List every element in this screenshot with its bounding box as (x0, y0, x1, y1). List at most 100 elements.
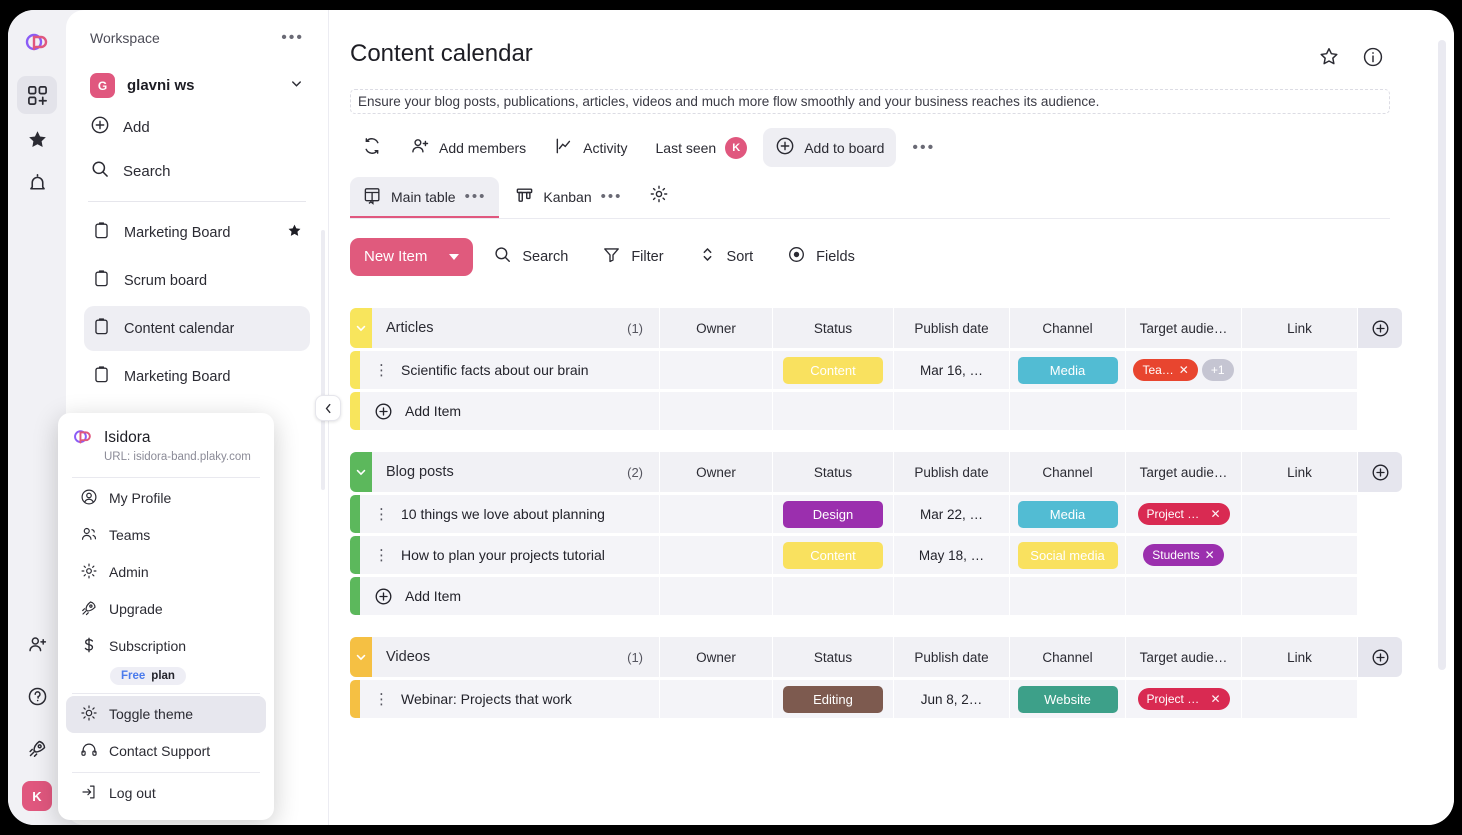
sidebar-board-marketing-board[interactable]: Marketing Board (84, 210, 310, 255)
cell-publish-date[interactable]: May 18, … (894, 536, 1010, 574)
tab-more-icon[interactable]: ••• (601, 189, 623, 204)
table-row[interactable]: ⋮ Scientific facts about our brain Content… (350, 351, 1402, 389)
cell-status[interactable]: Content (773, 536, 894, 574)
workspace-selector[interactable]: G glavni ws (84, 66, 310, 105)
cell-channel[interactable]: Media (1010, 495, 1126, 533)
remove-tag-icon[interactable]: ✕ (1179, 363, 1189, 377)
cell-target-audience[interactable]: Students ✕ (1126, 536, 1242, 574)
group-name-cell[interactable]: Articles (1) (372, 308, 660, 348)
add-to-board-button[interactable]: Add to board (763, 128, 897, 167)
add-item-row[interactable]: Add Item (350, 577, 1402, 615)
group-collapse-chevron-icon[interactable] (350, 308, 372, 348)
add-column-button[interactable] (1358, 637, 1402, 677)
target-audience-tag[interactable]: Project pla…✕ (1137, 503, 1230, 525)
cell-channel[interactable]: Media (1010, 351, 1126, 389)
rail-item-help-circle-icon[interactable] (17, 677, 57, 715)
board-activity-refresh-button[interactable] (350, 128, 394, 167)
rail-user-avatar[interactable]: K (22, 781, 52, 811)
column-header[interactable]: Channel (1010, 637, 1126, 677)
target-audience-tag[interactable]: Students ✕ (1143, 544, 1224, 566)
column-header[interactable]: Channel (1010, 452, 1126, 492)
column-header[interactable]: Status (773, 637, 894, 677)
info-circle-icon[interactable] (1362, 46, 1384, 73)
cell-status[interactable]: Design (773, 495, 894, 533)
more-tags-badge[interactable]: +1 (1201, 359, 1234, 381)
user-menu-item-admin[interactable]: Admin (66, 554, 266, 591)
row-name-cell[interactable]: ⋮ How to plan your projects tutorial (360, 536, 660, 574)
group-color-bar[interactable] (350, 452, 372, 492)
cell-channel[interactable]: Social media (1010, 536, 1126, 574)
user-menu-item-upgrade[interactable]: Upgrade (66, 591, 266, 628)
cell-status[interactable]: Editing (773, 680, 894, 718)
cell-link[interactable] (1242, 536, 1358, 574)
sidebar-board-scrum-board[interactable]: Scrum board (84, 258, 310, 303)
rail-item-notifications-bell-icon[interactable] (17, 164, 57, 202)
row-menu-icon[interactable]: ⋮ (374, 692, 389, 707)
user-menu-item-subscription[interactable]: Subscription (66, 628, 266, 665)
remove-tag-icon[interactable]: ✕ (1210, 507, 1220, 521)
add-column-button[interactable] (1358, 452, 1402, 492)
cell-owner[interactable] (660, 351, 773, 389)
chevron-down-icon[interactable] (289, 76, 304, 96)
board-description[interactable]: Ensure your blog posts, publications, ar… (350, 89, 1390, 114)
main-vertical-scrollbar[interactable] (1438, 40, 1446, 670)
remove-tag-icon[interactable]: ✕ (1210, 692, 1220, 706)
sidebar-collapse-button[interactable] (315, 395, 341, 421)
sidebar-item-add[interactable]: Add (84, 105, 310, 149)
column-header[interactable]: Publish date (894, 637, 1010, 677)
group-collapse-chevron-icon[interactable] (350, 452, 372, 492)
target-audience-tag[interactable]: Tea… ✕ (1133, 359, 1198, 381)
view-settings-gear-icon[interactable] (638, 175, 680, 218)
table-search-button[interactable]: Search (479, 237, 582, 276)
column-header[interactable]: Owner (660, 452, 773, 492)
column-header[interactable]: Target audie… (1126, 452, 1242, 492)
cell-channel[interactable]: Website (1010, 680, 1126, 718)
new-item-button[interactable]: New Item (350, 237, 474, 276)
sidebar-item-search[interactable]: Search (84, 149, 310, 193)
add-column-button[interactable] (1358, 308, 1402, 348)
column-header[interactable]: Link (1242, 637, 1358, 677)
last-seen-indicator[interactable]: Last seen K (644, 129, 760, 167)
user-menu-item-toggle-theme[interactable]: Toggle theme (66, 695, 266, 733)
chevron-down-icon[interactable] (449, 253, 460, 260)
group-name-cell[interactable]: Blog posts (2) (372, 452, 660, 492)
group-collapse-chevron-icon[interactable] (350, 637, 372, 677)
group-color-bar[interactable] (350, 637, 372, 677)
cell-target-audience[interactable]: Tea… ✕ +1 (1126, 351, 1242, 389)
workspace-more-icon[interactable]: ••• (281, 30, 304, 46)
starred-icon[interactable] (287, 223, 302, 242)
add-item-row[interactable]: Add Item (350, 392, 1402, 430)
cell-link[interactable] (1242, 680, 1358, 718)
cell-link[interactable] (1242, 351, 1358, 389)
rail-item-invite-user-icon[interactable] (17, 625, 57, 663)
table-row[interactable]: ⋮ 10 things we love about planning Design M… (350, 495, 1402, 533)
board-more-button[interactable]: ••• (900, 132, 947, 164)
cell-owner[interactable] (660, 495, 773, 533)
favorite-star-icon[interactable] (1318, 46, 1340, 73)
add-item-cell[interactable]: Add Item (360, 392, 660, 430)
group-color-bar[interactable] (350, 308, 372, 348)
tab-more-icon[interactable]: ••• (465, 189, 487, 204)
column-header[interactable]: Status (773, 308, 894, 348)
cell-target-audience[interactable]: Project pla…✕ (1126, 495, 1242, 533)
user-menu-item-my-profile[interactable]: My Profile (66, 480, 266, 517)
column-header[interactable]: Publish date (894, 452, 1010, 492)
rail-item-boards-add-icon[interactable] (17, 76, 57, 114)
column-header[interactable]: Owner (660, 308, 773, 348)
row-name-cell[interactable]: ⋮ 10 things we love about planning (360, 495, 660, 533)
tab-main-table[interactable]: Main table ••• (350, 176, 500, 218)
sidebar-board-content-calendar[interactable]: Content calendar (84, 306, 310, 351)
column-header[interactable]: Channel (1010, 308, 1126, 348)
table-row[interactable]: ⋮ Webinar: Projects that work Editing Jun 8… (350, 680, 1402, 718)
column-header[interactable]: Owner (660, 637, 773, 677)
cell-target-audience[interactable]: Project pla…✕ (1126, 680, 1242, 718)
table-sort-button[interactable]: Sort (684, 237, 768, 276)
column-header[interactable]: Publish date (894, 308, 1010, 348)
rail-item-rocket-upgrade-icon[interactable] (17, 729, 57, 767)
user-menu-item-teams[interactable]: Teams (66, 517, 266, 554)
cell-link[interactable] (1242, 495, 1358, 533)
table-fields-button[interactable]: Fields (773, 237, 869, 276)
remove-tag-icon[interactable]: ✕ (1205, 548, 1215, 562)
plaky-logo-icon[interactable] (17, 26, 57, 66)
cell-owner[interactable] (660, 536, 773, 574)
